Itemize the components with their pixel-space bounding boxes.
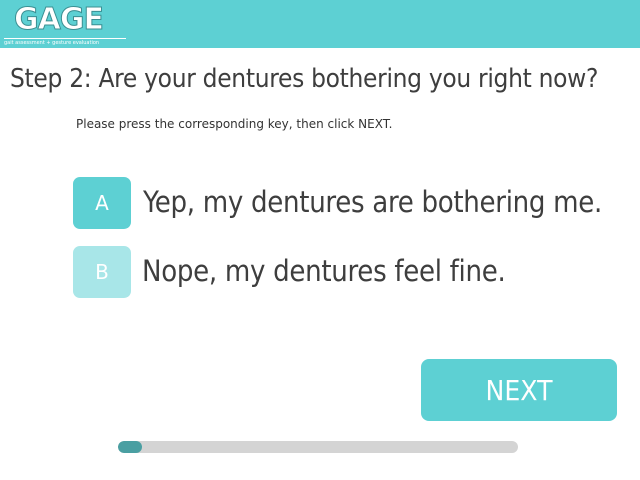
app-header: GAGE gait assessment + gesture evaluatio…	[0, 0, 640, 48]
gage-logo: GAGE gait assessment + gesture evaluatio…	[4, 2, 126, 46]
option-b-label: Nope, my dentures feel fine.	[142, 254, 506, 288]
progress-bar	[118, 441, 518, 453]
answer-option-a[interactable]: A Yep, my dentures are bothering me.	[73, 177, 633, 229]
question-title: Step 2: Are your dentures bothering you …	[10, 64, 599, 94]
key-badge-b[interactable]: B	[73, 246, 131, 298]
logo-wordmark: GAGE	[14, 2, 105, 38]
logo-tagline: gait assessment + gesture evaluation	[4, 38, 126, 46]
progress-fill	[118, 441, 142, 453]
option-a-label: Yep, my dentures are bothering me.	[143, 185, 603, 219]
instructions-text: Please press the corresponding key, then…	[76, 117, 393, 131]
key-badge-a[interactable]: A	[73, 177, 131, 229]
answer-option-b[interactable]: B Nope, my dentures feel fine.	[73, 246, 633, 298]
next-button[interactable]: NEXT	[421, 359, 617, 421]
